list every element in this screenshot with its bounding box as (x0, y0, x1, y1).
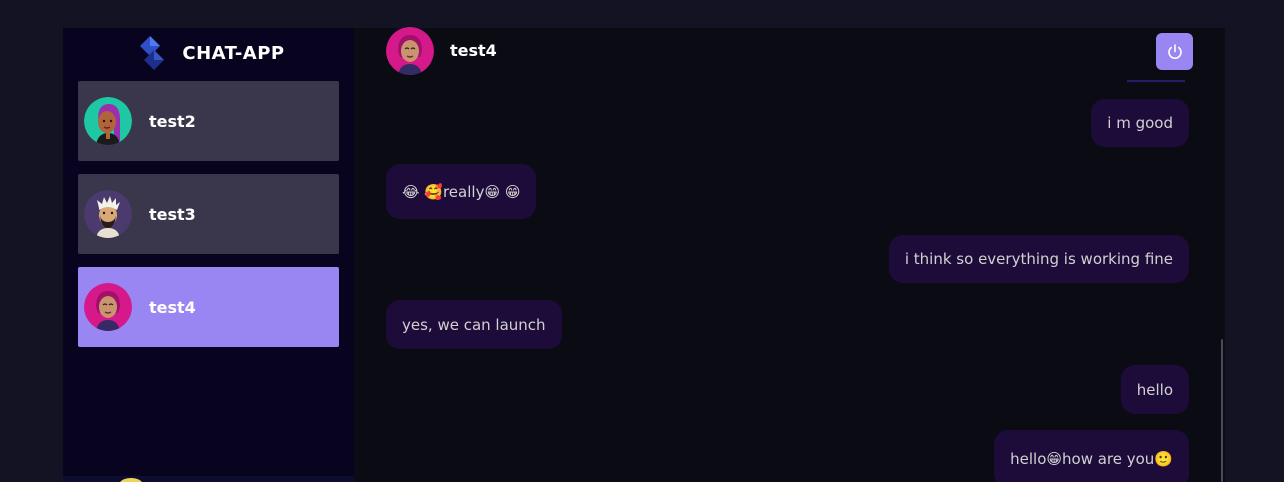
app-logo-icon (140, 36, 165, 70)
logout-button[interactable] (1156, 33, 1193, 70)
contact-name: test2 (149, 111, 196, 131)
message-bubble-sent: hello😁how are you🙂 (994, 430, 1189, 482)
contact-item-test3[interactable]: test3 (78, 174, 339, 254)
contact-name: test4 (149, 297, 196, 317)
contacts-sidebar: CHAT-APP test2 test3 test4 (63, 28, 354, 482)
brand: CHAT-APP (67, 28, 354, 78)
chat-header-avatar-icon (386, 27, 434, 75)
message-scrollbar[interactable] (1221, 339, 1223, 482)
header-divider (1127, 80, 1185, 82)
message-bubble-sent: i think so everything is working fine (888, 235, 1189, 283)
message-list: i m good 😂 🥰really😁 😁 i think so everyth… (354, 88, 1225, 482)
chat-app-window: CHAT-APP test2 test3 test4 test4 i m goo… (63, 27, 1225, 482)
chat-user-name: test4 (450, 41, 497, 60)
contact-item-test4[interactable]: test4 (78, 267, 339, 347)
power-icon (1167, 43, 1182, 59)
chat-header: test4 (354, 27, 1225, 82)
chat-container: test4 i m good 😂 🥰really😁 😁 i think so e… (354, 27, 1225, 482)
current-user-bar (63, 476, 354, 482)
message-bubble-sent: hello (1120, 365, 1189, 414)
app-name: CHAT-APP (182, 42, 285, 64)
avatar-pink-woman-icon (84, 283, 132, 331)
avatar-teal-woman-icon (84, 97, 132, 145)
contact-item-test2[interactable]: test2 (78, 81, 339, 161)
message-bubble-sent: i m good (1091, 99, 1189, 147)
message-bubble-received: 😂 🥰really😁 😁 (386, 164, 537, 219)
current-user-avatar (119, 478, 143, 482)
contact-list: test2 test3 test4 (78, 81, 339, 360)
avatar-bearded-man-icon (84, 190, 132, 238)
contact-name: test3 (149, 204, 196, 224)
message-bubble-received: yes, we can launch (386, 300, 562, 349)
